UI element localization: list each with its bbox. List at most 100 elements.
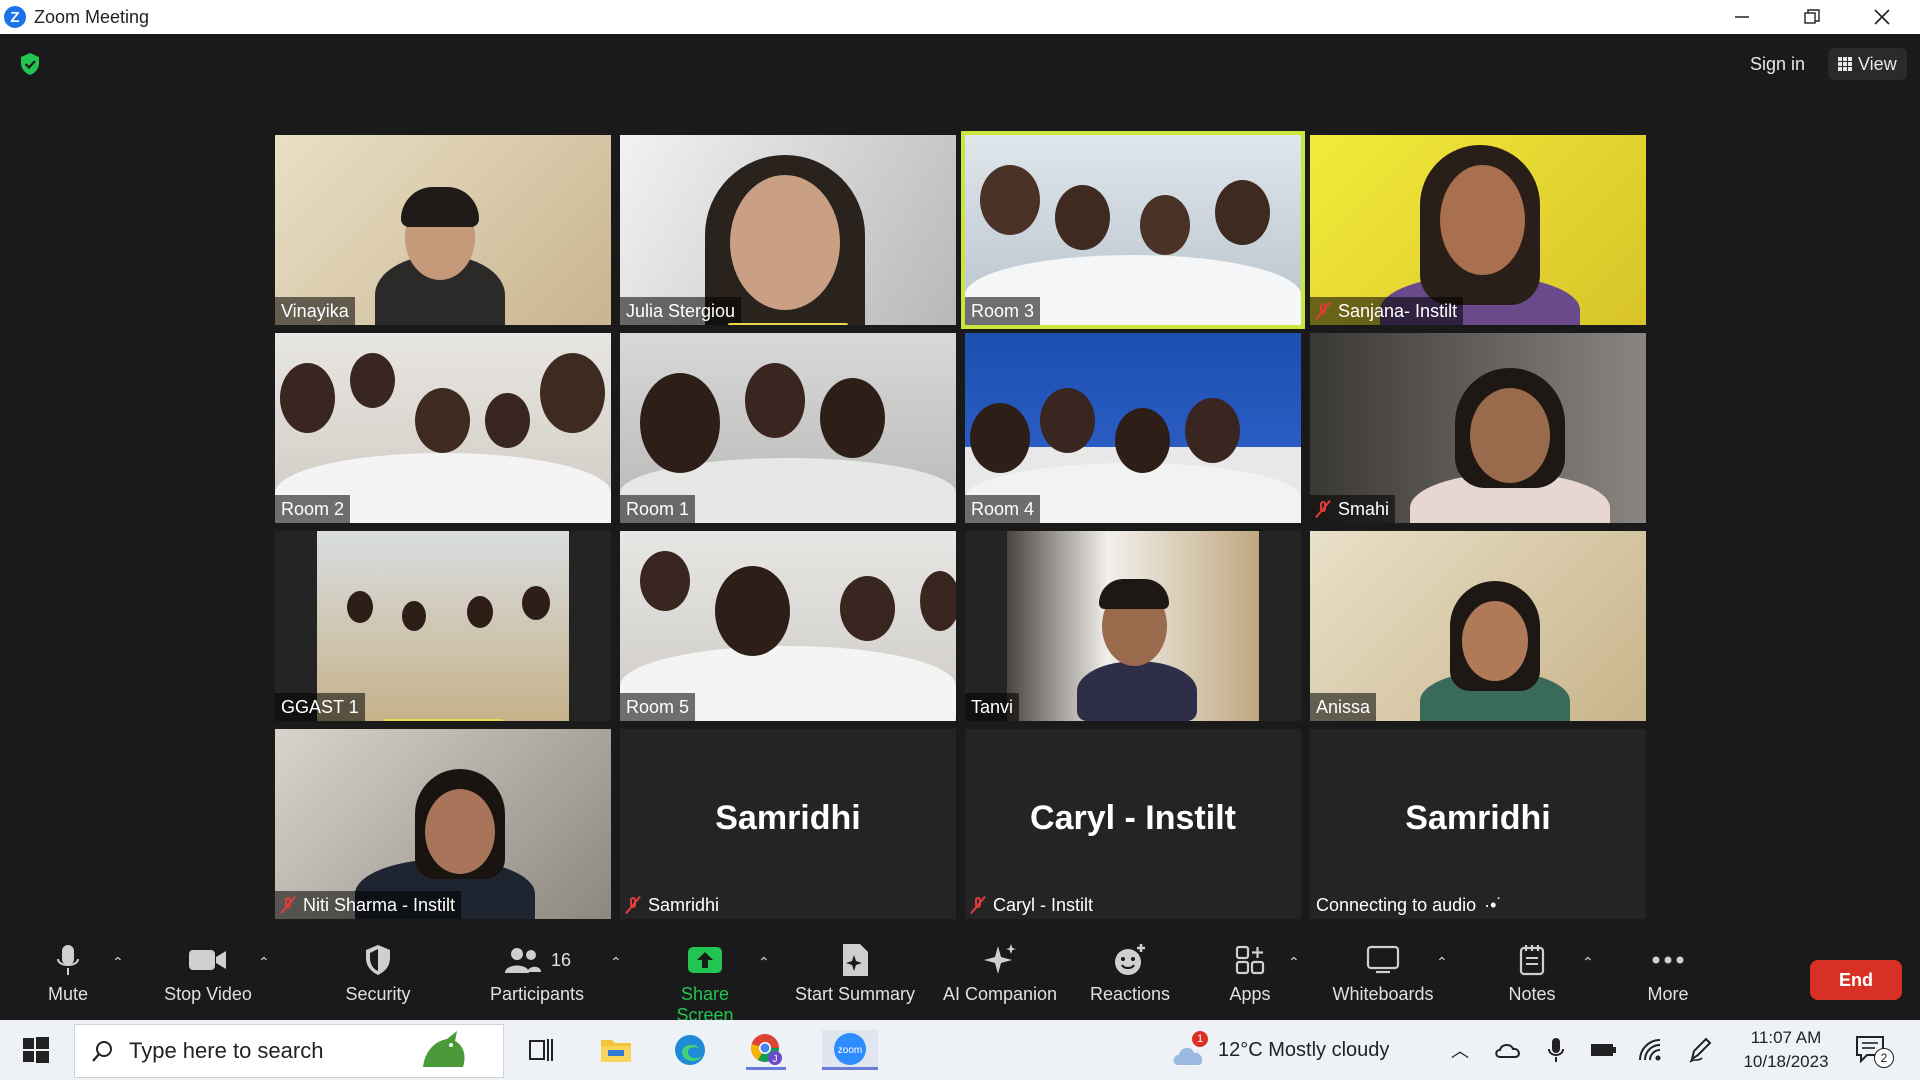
microphone-tray-button[interactable] [1536, 1030, 1576, 1070]
participant-name: Room 1 [620, 495, 696, 523]
battery-icon [1591, 1044, 1616, 1056]
taskbar-clock[interactable]: 11:07 AM 10/18/2023 [1736, 1026, 1836, 1074]
participants-button[interactable]: 16 Participants [482, 942, 592, 1005]
ai-companion-button[interactable]: AI Companion [938, 942, 1062, 1005]
mute-label: Mute [47, 984, 89, 1004]
microphone-tray-icon [1548, 1038, 1564, 1062]
whiteboards-options-caret-icon[interactable]: ⌃ [1436, 954, 1448, 970]
reactions-button[interactable]: Reactions [1080, 942, 1180, 1005]
pen-menu-button[interactable] [1680, 1030, 1720, 1070]
battery-button[interactable] [1584, 1030, 1624, 1070]
notes-button[interactable]: Notes [1492, 942, 1572, 1005]
participant-display-name: Samridhi [715, 799, 861, 837]
participant-name: Vinayika [275, 297, 355, 325]
chrome-browser-button[interactable]: J [746, 1030, 786, 1070]
participant-name: Tanvi [965, 693, 1020, 721]
weather-text: 12°C Mostly cloudy [1218, 1038, 1390, 1061]
participant-name: Connecting to audio ·•˙ [1310, 891, 1508, 919]
close-icon [1874, 9, 1890, 25]
chevron-up-icon: ︿ [1451, 1041, 1469, 1061]
video-tile[interactable]: Anissa [1310, 531, 1646, 721]
window-titlebar: Z Zoom Meeting [0, 0, 1920, 34]
ai-companion-label: AI Companion [942, 984, 1058, 1004]
security-button[interactable]: Security [338, 942, 418, 1005]
network-button[interactable] [1632, 1030, 1672, 1070]
minimize-button[interactable] [1712, 0, 1772, 34]
wifi-icon [1639, 1039, 1661, 1061]
summary-document-icon [843, 944, 868, 976]
chrome-browser-icon: J [750, 1033, 782, 1065]
notes-icon [1519, 945, 1545, 976]
video-tile-off[interactable]: Samridhi Samridhi [620, 729, 956, 919]
video-tile[interactable]: GGAST 1 [275, 531, 611, 721]
share-screen-button[interactable]: Share Screen [650, 942, 760, 1026]
view-button[interactable]: View [1828, 48, 1907, 80]
participants-options-caret-icon[interactable]: ⌃ [610, 954, 622, 970]
close-button[interactable] [1852, 0, 1912, 34]
video-tile[interactable]: Room 1 [620, 333, 956, 523]
zoom-logo-icon: Z [4, 6, 26, 28]
whiteboards-button[interactable]: Whiteboards [1328, 942, 1438, 1005]
task-view-button[interactable] [520, 1030, 560, 1070]
file-explorer-button[interactable] [596, 1030, 636, 1070]
participant-name: Sanjana- Instilt [1310, 297, 1464, 325]
video-tile[interactable]: Sanjana- Instilt [1310, 135, 1646, 325]
edge-browser-icon [675, 1035, 705, 1065]
participant-display-name: Samridhi [1405, 799, 1551, 837]
video-tile[interactable]: Tanvi [965, 531, 1301, 721]
window-title: Zoom Meeting [34, 6, 150, 27]
notification-count-badge: 2 [1874, 1048, 1894, 1068]
notification-center-button[interactable]: 2 [1852, 1030, 1894, 1070]
participant-name: Samridhi [620, 891, 725, 919]
video-tile-off[interactable]: Samridhi Connecting to audio ·•˙ [1310, 729, 1646, 919]
end-meeting-button[interactable]: End [1810, 960, 1902, 1000]
stop-video-label: Stop Video [164, 984, 252, 1004]
start-summary-label: Start Summary [794, 984, 916, 1004]
video-tile-active-speaker[interactable]: Room 3 [961, 131, 1305, 329]
start-summary-button[interactable]: Start Summary [790, 942, 920, 1005]
windows-start-button[interactable] [16, 1030, 56, 1070]
search-placeholder: Type here to search [129, 1038, 324, 1063]
stop-video-button[interactable]: Stop Video [158, 942, 258, 1005]
sign-in-button[interactable]: Sign in [1740, 48, 1815, 80]
more-button[interactable]: More [1628, 942, 1708, 1005]
security-label: Security [345, 984, 411, 1004]
restore-button[interactable] [1782, 0, 1842, 34]
more-dots-icon [1652, 956, 1684, 964]
apps-options-caret-icon[interactable]: ⌃ [1288, 954, 1300, 970]
video-tile[interactable]: Room 2 [275, 333, 611, 523]
speaking-indicator [728, 323, 848, 325]
notes-label: Notes [1508, 984, 1556, 1004]
participant-name: Niti Sharma - Instilt [275, 891, 462, 919]
mute-button[interactable]: Mute [38, 942, 98, 1005]
encryption-shield-icon[interactable] [18, 52, 42, 76]
video-tile[interactable]: Vinayika [275, 135, 611, 325]
onedrive-button[interactable] [1488, 1030, 1528, 1070]
mic-muted-icon [1316, 500, 1330, 518]
zoom-app-button[interactable]: zoom [822, 1030, 878, 1070]
video-tile[interactable]: Niti Sharma - Instilt [275, 729, 611, 919]
weather-widget[interactable]: 1 12°C Mostly cloudy [1170, 1020, 1389, 1080]
windows-logo-icon [23, 1037, 49, 1063]
share-screen-icon [688, 947, 722, 973]
video-tile[interactable]: Julia Stergiou [620, 135, 956, 325]
video-tile[interactable]: Room 5 [620, 531, 956, 721]
edge-browser-button[interactable] [670, 1030, 710, 1070]
participants-count: 16 [550, 949, 572, 970]
taskbar-search-box[interactable]: Type here to search [74, 1024, 504, 1078]
search-icon [92, 1041, 112, 1062]
show-hidden-icons-button[interactable]: ︿ [1440, 1030, 1480, 1070]
video-tile-off[interactable]: Caryl - Instilt Caryl - Instilt [965, 729, 1301, 919]
share-options-caret-icon[interactable]: ⌃ [758, 954, 770, 970]
cloud-weather-icon: 1 [1170, 1031, 1210, 1065]
microphone-icon [57, 945, 79, 975]
notes-options-caret-icon[interactable]: ⌃ [1582, 954, 1594, 970]
mute-options-caret-icon[interactable]: ⌃ [112, 954, 124, 970]
video-tile[interactable]: Smahi [1310, 333, 1646, 523]
participant-name: Room 2 [275, 495, 351, 523]
restore-icon [1804, 9, 1820, 24]
video-options-caret-icon[interactable]: ⌃ [258, 954, 270, 970]
apps-button[interactable]: Apps [1210, 942, 1290, 1005]
video-tile[interactable]: Room 4 [965, 333, 1301, 523]
loading-dots-icon: ·•˙ [1484, 894, 1503, 915]
